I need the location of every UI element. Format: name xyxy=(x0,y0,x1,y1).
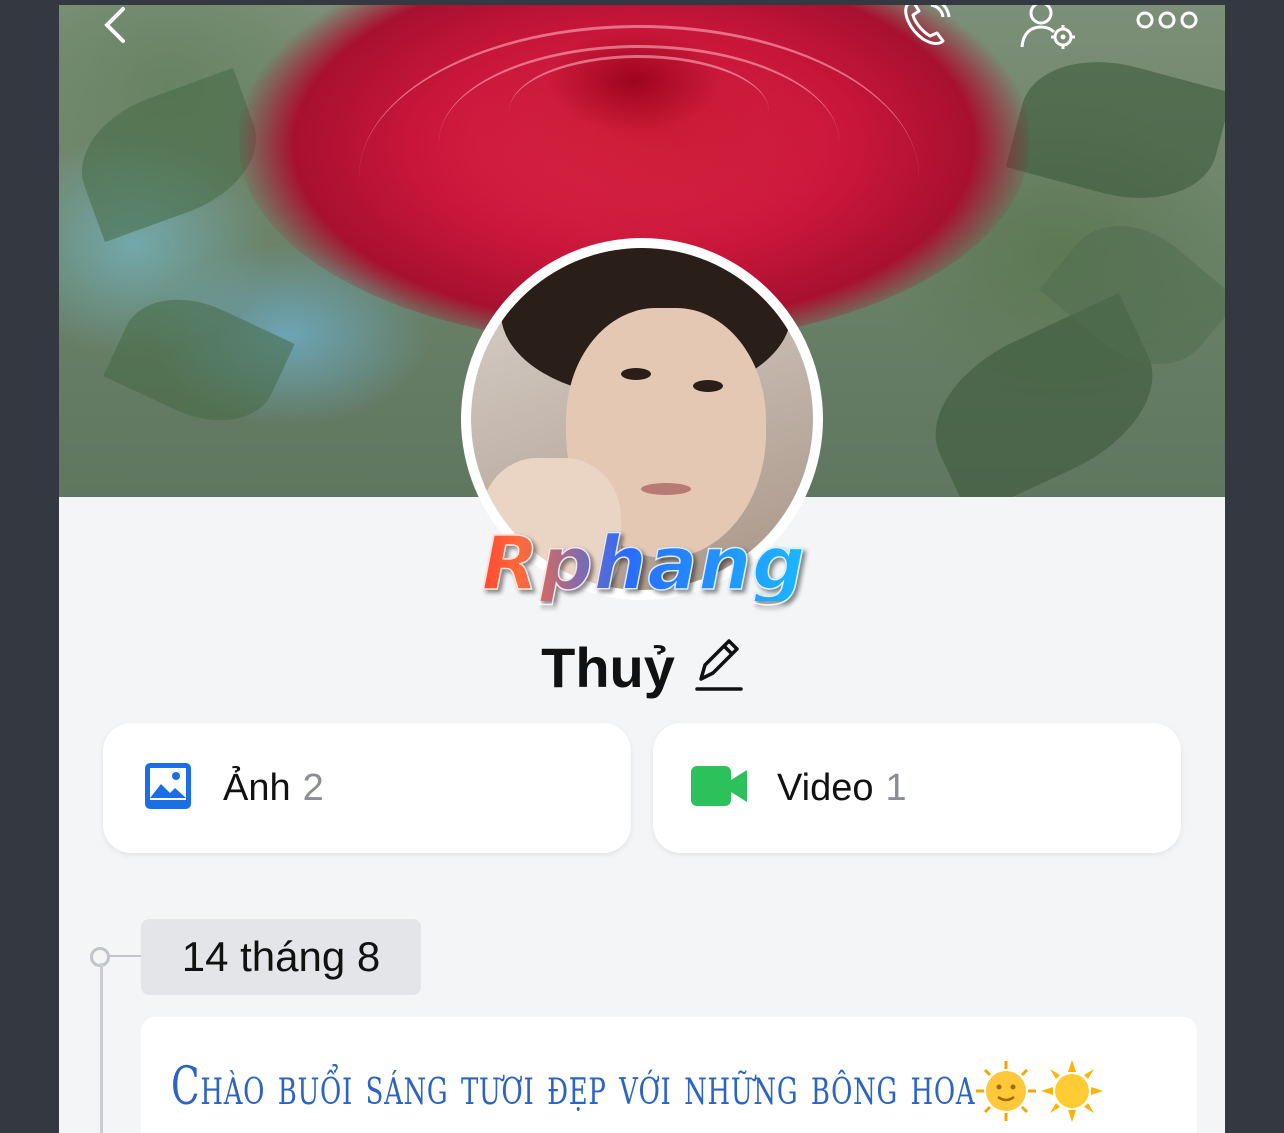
watermark-logo: Rphang xyxy=(449,526,839,602)
timeline-line xyxy=(100,963,103,1133)
photos-card[interactable]: Ảnh 2 xyxy=(103,723,631,853)
post-text: Chào buổi sáng tươi đẹp với những bông h… xyxy=(171,1057,976,1117)
sun-icon xyxy=(1041,1060,1103,1127)
videos-label: Video xyxy=(777,766,874,809)
videos-card[interactable]: Video 1 xyxy=(653,723,1181,853)
sun-with-face-icon xyxy=(975,1060,1037,1127)
phone-call-icon[interactable] xyxy=(897,5,957,54)
timeline-date: 14 tháng 8 xyxy=(141,919,421,995)
videos-count: 1 xyxy=(885,766,907,809)
back-icon[interactable] xyxy=(99,5,129,50)
more-options-icon[interactable] xyxy=(1135,9,1199,36)
profile-name: Thuỷ xyxy=(541,636,675,699)
user-settings-icon[interactable] xyxy=(1019,5,1079,58)
photos-count: 2 xyxy=(302,766,324,809)
edit-pencil-icon[interactable] xyxy=(693,635,743,709)
photo-icon xyxy=(143,761,193,816)
timeline-post[interactable]: Chào buổi sáng tươi đẹp với những bông h… xyxy=(141,1017,1197,1133)
photos-label: Ảnh xyxy=(223,766,291,809)
profile-screen: Rphang Thuỷ Ảnh 2 Video 1 14 tháng 8 Chà… xyxy=(59,5,1225,1133)
profile-name-row: Thuỷ xyxy=(59,633,1225,709)
timeline-connector xyxy=(110,955,142,957)
video-camera-icon xyxy=(691,764,747,813)
